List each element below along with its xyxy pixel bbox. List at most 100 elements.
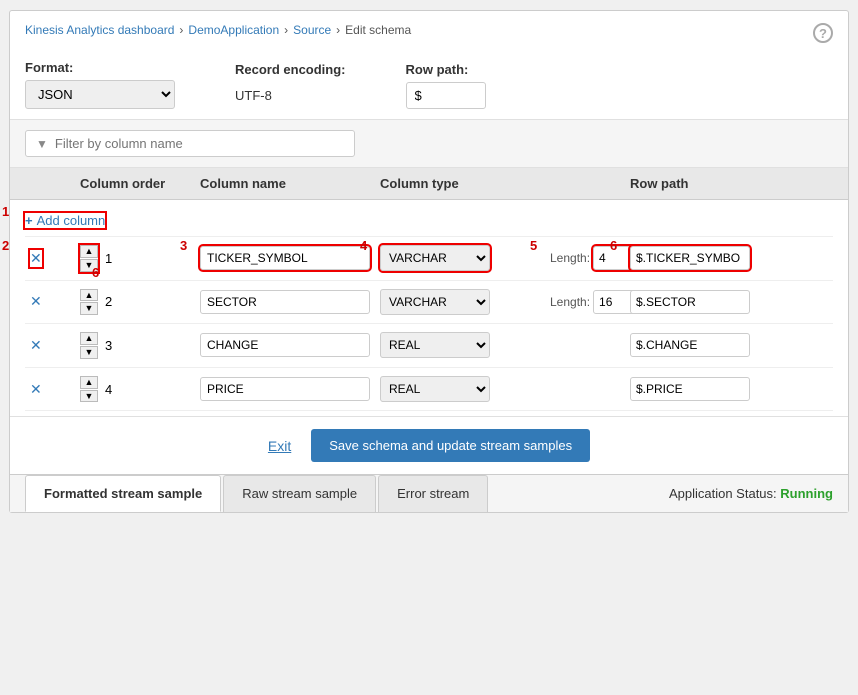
- row1-type-select[interactable]: VARCHAR REAL INTEGER BOOLEAN: [380, 245, 490, 271]
- row2-order-cell: ▲ ▼ 2: [75, 286, 195, 319]
- col-header-length: [545, 168, 625, 199]
- row2-rowpath-cell: [625, 287, 795, 317]
- row4-down-button[interactable]: ▼: [80, 390, 98, 403]
- row1-order-num: 1: [105, 251, 112, 266]
- col-header-name: Column name: [195, 168, 375, 199]
- row3-name-input[interactable]: [200, 333, 370, 357]
- annotation-1: 1: [2, 204, 9, 219]
- annotation-3: 3: [180, 238, 187, 253]
- breadcrumb-edit-schema: Edit schema: [345, 23, 411, 37]
- filter-input-wrap: ▼: [25, 130, 355, 157]
- footer-buttons: Exit Save schema and update stream sampl…: [10, 416, 848, 474]
- app-status: Application Status: Running: [669, 486, 833, 501]
- row3-type-select[interactable]: VARCHAR REAL INTEGER: [380, 332, 490, 358]
- exit-button[interactable]: Exit: [268, 438, 291, 454]
- tab-raw-stream[interactable]: Raw stream sample: [223, 475, 376, 512]
- annotation-6b: 6: [92, 265, 99, 280]
- row2-rowpath-input[interactable]: [630, 290, 750, 314]
- row4-order-cell: ▲ ▼ 4: [75, 373, 195, 406]
- rowpath-input[interactable]: [406, 82, 486, 109]
- row3-name-cell: [195, 330, 375, 360]
- breadcrumb-demo[interactable]: DemoApplication: [188, 23, 279, 37]
- filter-icon: ▼: [36, 137, 48, 151]
- col-header-type: Column type: [375, 168, 545, 199]
- filter-input[interactable]: [55, 136, 344, 151]
- row4-name-cell: [195, 374, 375, 404]
- col-header-rowpath: Row path: [625, 168, 795, 199]
- encoding-value: UTF-8: [235, 82, 346, 109]
- encoding-label: Record encoding:: [235, 62, 346, 77]
- row3-order-cell: ▲ ▼ 3: [75, 329, 195, 362]
- app-status-value: Running: [780, 486, 833, 501]
- row4-rowpath-input[interactable]: [630, 377, 750, 401]
- format-label: Format:: [25, 60, 175, 75]
- add-column-button[interactable]: + Add column: [25, 213, 105, 228]
- table-row: ✕ ▲ ▼ 2 VARCHAR REAL INTEGER: [25, 281, 833, 325]
- format-select[interactable]: JSON CSV W3C Extended Log: [25, 80, 175, 109]
- row2-order-num: 2: [105, 294, 112, 309]
- annotation-5: 5: [530, 238, 537, 253]
- col-header-delete: [25, 168, 75, 199]
- row3-rowpath-input[interactable]: [630, 333, 750, 357]
- breadcrumb: Kinesis Analytics dashboard › DemoApplic…: [10, 11, 848, 45]
- row2-down-button[interactable]: ▼: [80, 302, 98, 315]
- rowpath-label: Row path:: [406, 62, 486, 77]
- annotation-4: 4: [360, 238, 367, 253]
- breadcrumb-source[interactable]: Source: [293, 23, 331, 37]
- table-row: ✕ ▲ ▼ 1 VARCHAR REAL INTEGER: [25, 237, 833, 281]
- add-column-row: + Add column: [25, 205, 833, 237]
- table-row: ✕ ▲ ▼ 3 VARCHAR REAL INTEGER: [25, 324, 833, 368]
- row3-delete-cell: ✕: [25, 334, 75, 357]
- breadcrumb-kinesis[interactable]: Kinesis Analytics dashboard: [25, 23, 174, 37]
- row4-order-controls: ▲ ▼: [80, 376, 98, 403]
- row3-rowpath-cell: [625, 330, 795, 360]
- row2-type-cell: VARCHAR REAL INTEGER: [375, 286, 545, 318]
- row2-length-cell: Length:: [545, 287, 625, 317]
- row2-order-controls: ▲ ▼: [80, 289, 98, 316]
- table-body: 1 2 3 4 5 6 6 + Add column ✕: [10, 200, 848, 416]
- row3-length-cell: [545, 342, 625, 348]
- rowpath-group: Row path:: [406, 62, 486, 109]
- row4-delete-button[interactable]: ✕: [30, 381, 42, 398]
- row3-down-button[interactable]: ▼: [80, 346, 98, 359]
- row3-order-num: 3: [105, 338, 112, 353]
- tab-formatted-stream[interactable]: Formatted stream sample: [25, 475, 221, 512]
- encoding-group: Record encoding: UTF-8: [235, 62, 346, 109]
- form-section: Format: JSON CSV W3C Extended Log Record…: [10, 45, 848, 120]
- row3-type-cell: VARCHAR REAL INTEGER: [375, 329, 545, 361]
- row1-type-cell: VARCHAR REAL INTEGER BOOLEAN: [375, 242, 545, 274]
- row2-name-input[interactable]: [200, 290, 370, 314]
- row1-length-label: Length:: [550, 251, 590, 265]
- row1-name-input[interactable]: [200, 246, 370, 270]
- table-header: Column order Column name Column type Row…: [10, 168, 848, 200]
- annotation-2: 2: [2, 238, 9, 253]
- row2-type-select[interactable]: VARCHAR REAL INTEGER: [380, 289, 490, 315]
- row2-name-cell: [195, 287, 375, 317]
- row1-rowpath-cell: [625, 243, 795, 273]
- row4-order-num: 4: [105, 382, 112, 397]
- save-button[interactable]: Save schema and update stream samples: [311, 429, 590, 462]
- tab-error-stream[interactable]: Error stream: [378, 475, 488, 512]
- help-icon[interactable]: ?: [813, 23, 833, 43]
- row1-name-cell: [195, 243, 375, 273]
- row1-delete-cell: ✕: [25, 247, 75, 270]
- row2-length-label: Length:: [550, 295, 590, 309]
- row2-delete-cell: ✕: [25, 290, 75, 313]
- row4-type-select[interactable]: VARCHAR REAL INTEGER: [380, 376, 490, 402]
- row1-rowpath-input[interactable]: [630, 246, 750, 270]
- row2-up-button[interactable]: ▲: [80, 289, 98, 302]
- row4-up-button[interactable]: ▲: [80, 376, 98, 389]
- tabs-section: Formatted stream sample Raw stream sampl…: [10, 474, 848, 512]
- row4-name-input[interactable]: [200, 377, 370, 401]
- row2-delete-button[interactable]: ✕: [30, 293, 42, 310]
- table-row: ✕ ▲ ▼ 4 VARCHAR REAL INTEGER: [25, 368, 833, 412]
- row4-delete-cell: ✕: [25, 378, 75, 401]
- row3-delete-button[interactable]: ✕: [30, 337, 42, 354]
- tabs-left: Formatted stream sample Raw stream sampl…: [25, 475, 490, 512]
- row3-up-button[interactable]: ▲: [80, 332, 98, 345]
- row1-up-button[interactable]: ▲: [80, 245, 98, 258]
- row3-order-controls: ▲ ▼: [80, 332, 98, 359]
- add-column-label: Add column: [37, 213, 106, 228]
- plus-icon: +: [25, 213, 33, 228]
- row1-delete-button[interactable]: ✕: [30, 250, 42, 267]
